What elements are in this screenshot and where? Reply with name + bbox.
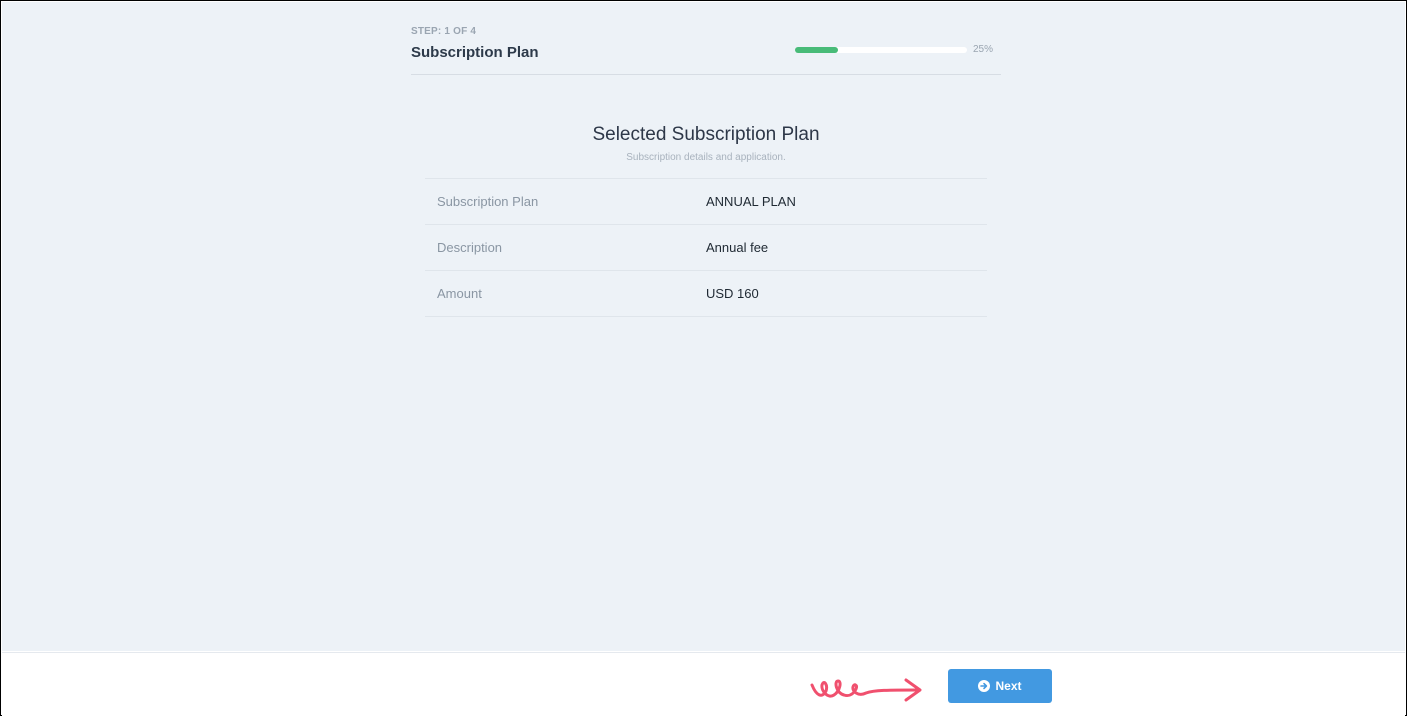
next-button-label: Next [995, 679, 1022, 693]
card-title: Selected Subscription Plan [592, 124, 820, 145]
step-header: STEP: 1 OF 4 Subscription Plan 25% [411, 26, 1001, 75]
detail-label: Amount [437, 286, 482, 301]
footer-bar: Next [2, 652, 1405, 716]
detail-row-subscription-plan: Subscription Plan ANNUAL PLAN [425, 179, 987, 225]
card-subtitle: Subscription details and application. [626, 152, 786, 163]
progress-bar [795, 47, 967, 53]
detail-label: Subscription Plan [437, 194, 539, 209]
progress-percent: 25% [973, 44, 994, 55]
detail-label: Description [437, 240, 503, 255]
detail-value: ANNUAL PLAN [706, 194, 796, 209]
detail-value: USD 160 [706, 286, 759, 301]
progress-bar-fill [795, 47, 838, 53]
app-frame: STEP: 1 OF 4 Subscription Plan 25% Selec… [0, 0, 1407, 716]
step-indicator: STEP: 1 OF 4 [411, 26, 477, 37]
content-area: STEP: 1 OF 4 Subscription Plan 25% Selec… [2, 2, 1405, 651]
plan-details-table: Subscription Plan ANNUAL PLAN Descriptio… [425, 178, 987, 317]
detail-row-description: Description Annual fee [425, 225, 987, 271]
squiggle-arrow-icon [810, 678, 922, 702]
next-button[interactable]: Next [948, 669, 1052, 703]
arrow-circle-right-icon [978, 680, 991, 692]
detail-value: Annual fee [706, 240, 769, 255]
detail-row-amount: Amount USD 160 [425, 271, 987, 317]
step-title: Subscription Plan [411, 44, 539, 61]
